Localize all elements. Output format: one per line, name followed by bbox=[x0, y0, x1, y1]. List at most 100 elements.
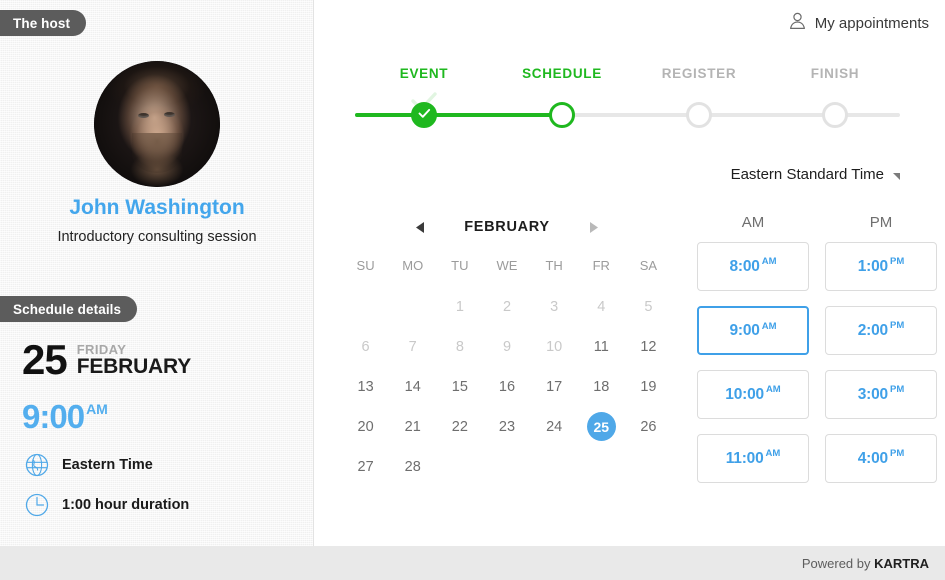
timezone-selected-label: Eastern Standard Time bbox=[730, 166, 884, 183]
calendar-day: 7 bbox=[389, 333, 436, 360]
calendar-day[interactable]: 19 bbox=[625, 373, 672, 400]
calendar-day-label: 3 bbox=[550, 298, 559, 315]
time-slot[interactable]: 4:00 PM bbox=[825, 434, 937, 483]
calendar-day[interactable]: 18 bbox=[578, 373, 625, 400]
timezone-summary-label: Eastern Time bbox=[62, 457, 153, 473]
time-slot-time: 2:00 bbox=[857, 321, 888, 339]
calendar-day-header: FR bbox=[592, 258, 610, 273]
calendar-day[interactable]: 22 bbox=[436, 413, 483, 440]
calendar-day-selected[interactable]: 25 bbox=[578, 412, 625, 441]
calendar-day[interactable]: 24 bbox=[531, 413, 578, 440]
step-schedule[interactable]: SCHEDULE bbox=[502, 66, 622, 128]
schedule-details-tag: Schedule details bbox=[0, 296, 138, 322]
calendar-day-label: 25 bbox=[586, 412, 616, 441]
calendar-day-label: 8 bbox=[455, 338, 464, 355]
calendar-day[interactable]: 11 bbox=[578, 333, 625, 360]
time-slot-time: 11:00 bbox=[725, 449, 764, 467]
selected-date-summary: 25 FRIDAY FEBRUARY bbox=[22, 336, 192, 383]
calendar-day-label: 20 bbox=[357, 418, 374, 435]
calendar-day[interactable]: 26 bbox=[625, 413, 672, 440]
time-slot[interactable]: 1:00 PM bbox=[825, 242, 937, 291]
calendar-day[interactable]: 15 bbox=[436, 373, 483, 400]
calendar-day: 9 bbox=[483, 333, 530, 360]
timezone-summary-row: Eastern Time bbox=[24, 452, 153, 478]
my-appointments-link[interactable]: My appointments bbox=[789, 12, 929, 34]
footer: Powered by KARTRA bbox=[0, 546, 945, 580]
calendar-empty-cell bbox=[389, 293, 436, 320]
calendar-day-label: 21 bbox=[404, 418, 421, 435]
calendar-day-label: 18 bbox=[593, 378, 610, 395]
selected-weekday: FRIDAY bbox=[76, 341, 127, 357]
globe-icon bbox=[24, 452, 50, 478]
calendar-header: FEBRUARY bbox=[342, 214, 672, 240]
powered-by: Powered by KARTRA bbox=[802, 556, 929, 571]
calendar-day[interactable]: 27 bbox=[342, 453, 389, 480]
selected-time-meridiem: AM bbox=[86, 401, 108, 417]
calendar-next-month-button[interactable] bbox=[589, 221, 598, 233]
step-schedule-label: SCHEDULE bbox=[522, 66, 602, 81]
calendar-day[interactable]: 16 bbox=[483, 373, 530, 400]
duration-summary-row: 1:00 hour duration bbox=[24, 492, 189, 518]
time-slot-meridiem: PM bbox=[889, 384, 905, 395]
time-slot[interactable]: 11:00 AM bbox=[697, 434, 809, 483]
pm-column-header: PM bbox=[869, 214, 893, 231]
avatar-detail bbox=[138, 113, 149, 118]
time-slot-time: 10:00 bbox=[725, 385, 764, 403]
host-section-tag: The host bbox=[0, 10, 87, 36]
calendar-day-label: 11 bbox=[593, 338, 609, 355]
calendar-day[interactable]: 28 bbox=[389, 453, 436, 480]
calendar-day-label: 26 bbox=[640, 418, 657, 435]
step-schedule-node bbox=[549, 102, 575, 128]
calendar-day-label: 7 bbox=[408, 338, 417, 355]
step-register-label: REGISTER bbox=[661, 66, 737, 81]
calendar-day-label: 14 bbox=[404, 378, 421, 395]
user-icon bbox=[789, 12, 806, 34]
step-event[interactable]: EVENT bbox=[364, 66, 484, 128]
calendar-day-label: 10 bbox=[546, 338, 563, 355]
host-name: John Washington bbox=[69, 196, 245, 219]
calendar-day-header: MO bbox=[402, 258, 424, 273]
time-slot-selected[interactable]: 9:00 AM bbox=[697, 306, 809, 355]
calendar-day-label: 4 bbox=[597, 298, 606, 315]
calendar-day[interactable]: 20 bbox=[342, 413, 389, 440]
calendar-day-label: 9 bbox=[502, 338, 512, 355]
calendar-day: 2 bbox=[483, 293, 530, 320]
time-slot[interactable]: 10:00 AM bbox=[697, 370, 809, 419]
selected-month: FEBRUARY bbox=[76, 355, 192, 379]
time-slot-meridiem: PM bbox=[889, 320, 905, 331]
calendar-day-label: 13 bbox=[357, 378, 374, 395]
calendar-day-label: 16 bbox=[498, 378, 516, 395]
host-subtitle: Introductory consulting session bbox=[57, 229, 257, 245]
calendar-day[interactable]: 23 bbox=[483, 413, 530, 440]
step-event-label: EVENT bbox=[399, 66, 449, 81]
calendar-day-label: 23 bbox=[498, 418, 516, 435]
calendar-day[interactable]: 14 bbox=[389, 373, 436, 400]
time-slot[interactable]: 3:00 PM bbox=[825, 370, 937, 419]
avatar-detail bbox=[164, 112, 175, 117]
step-finish[interactable]: FINISH bbox=[775, 66, 895, 128]
powered-by-prefix: Powered by bbox=[801, 555, 875, 571]
selected-day-number: 25 bbox=[22, 336, 68, 383]
calendar: FEBRUARY SU MO TU WE TH FR SA 1 2 3 4 5 6 7 8 9 10 11 12 13… bbox=[342, 214, 672, 480]
avatar bbox=[94, 61, 220, 187]
calendar-day-label: 15 bbox=[451, 378, 468, 395]
calendar-day[interactable]: 12 bbox=[625, 333, 672, 360]
step-finish-label: FINISH bbox=[810, 66, 860, 81]
timezone-selector[interactable]: Eastern Standard Time bbox=[731, 166, 900, 183]
calendar-day[interactable]: 13 bbox=[342, 373, 389, 400]
pm-column: 1:00 PM 2:00 PM 3:00 PM 4:00 PM bbox=[825, 242, 937, 498]
step-finish-node bbox=[822, 102, 848, 128]
time-slot-meridiem: AM bbox=[765, 384, 781, 395]
calendar-day-label: 24 bbox=[546, 418, 563, 435]
calendar-prev-month-button[interactable] bbox=[416, 221, 425, 233]
selected-time-hour: 9:00 bbox=[22, 398, 85, 435]
calendar-day-label: 5 bbox=[644, 298, 653, 315]
step-register[interactable]: REGISTER bbox=[639, 66, 759, 128]
time-slot-headers: AM PM bbox=[697, 214, 937, 242]
time-slot[interactable]: 2:00 PM bbox=[825, 306, 937, 355]
main-panel: My appointments EVENT SCHEDULE REGISTER … bbox=[314, 0, 945, 546]
calendar-day[interactable]: 17 bbox=[531, 373, 578, 400]
calendar-day-label: 1 bbox=[455, 298, 464, 315]
time-slot[interactable]: 8:00 AM bbox=[697, 242, 809, 291]
calendar-day[interactable]: 21 bbox=[389, 413, 436, 440]
